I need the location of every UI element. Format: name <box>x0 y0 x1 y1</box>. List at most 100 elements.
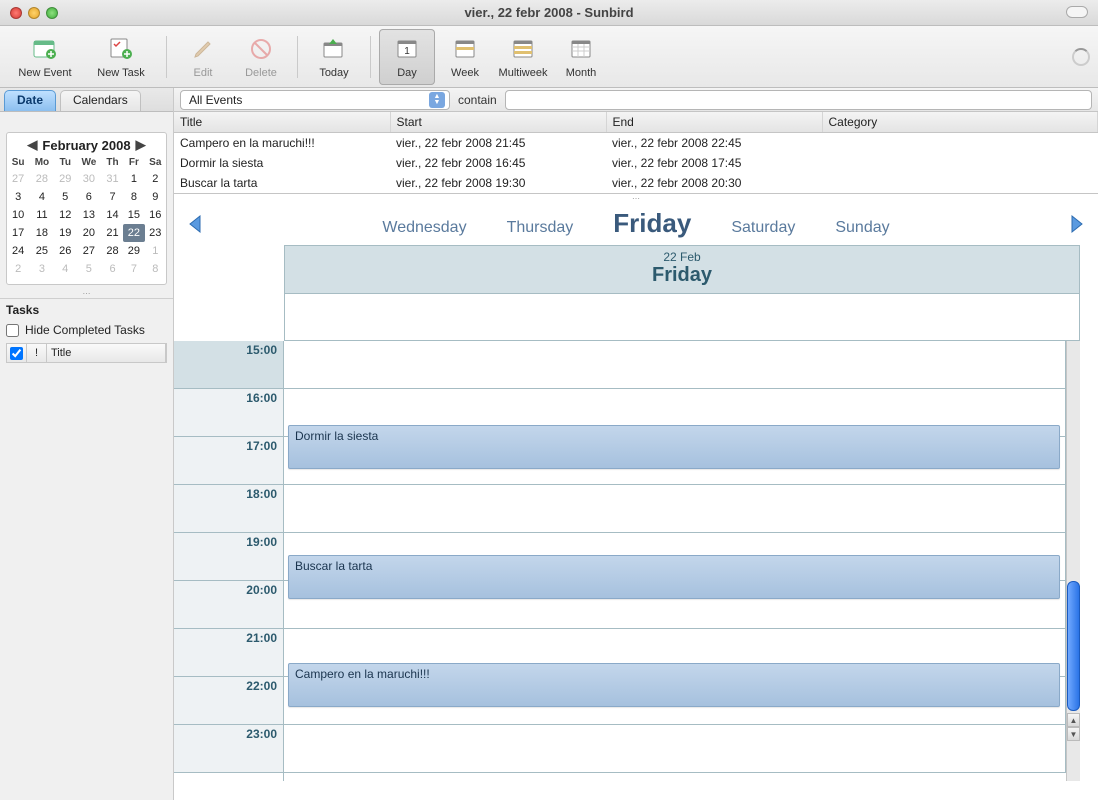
minical-day[interactable]: 28 <box>29 170 54 188</box>
minical-day[interactable]: 1 <box>145 242 166 260</box>
minical-day[interactable]: 4 <box>29 188 54 206</box>
minical-day[interactable]: 25 <box>29 242 54 260</box>
minical-day[interactable]: 17 <box>7 224 29 242</box>
vertical-splitter-grip-icon[interactable]: ⋯ <box>174 194 1098 202</box>
minical-day[interactable]: 16 <box>145 206 166 224</box>
hide-completed-input[interactable] <box>6 324 19 337</box>
daynav-label[interactable]: Friday <box>613 208 691 239</box>
daynav-label[interactable]: Saturday <box>731 219 795 237</box>
scroll-up-icon[interactable]: ▲ <box>1067 713 1080 727</box>
daynav-label[interactable]: Wednesday <box>382 219 466 237</box>
allday-row[interactable] <box>284 293 1080 341</box>
minical-day[interactable]: 10 <box>7 206 29 224</box>
hide-completed-checkbox[interactable]: Hide Completed Tasks <box>6 321 167 339</box>
new-event-button[interactable]: New Event <box>8 29 82 85</box>
col-title[interactable]: Title <box>174 112 390 133</box>
day-icon: 1 <box>393 35 421 63</box>
minical-day[interactable]: 7 <box>123 260 144 278</box>
calendar-event[interactable]: Dormir la siesta <box>288 425 1060 469</box>
tab-calendars[interactable]: Calendars <box>60 90 141 111</box>
minical-day[interactable]: 4 <box>55 260 76 278</box>
minical-day[interactable]: 6 <box>102 260 123 278</box>
mini-calendar: ◀ February 2008 ▶ SuMoTuWeThFrSa27282930… <box>6 132 167 285</box>
minical-day[interactable]: 27 <box>7 170 29 188</box>
daynav-label[interactable]: Sunday <box>835 219 889 237</box>
minical-day[interactable]: 3 <box>7 188 29 206</box>
col-category[interactable]: Category <box>822 112 1098 133</box>
day-events-column[interactable]: Dormir la siesta Buscar la tarta Campero e… <box>284 341 1066 781</box>
today-button[interactable]: Today <box>306 29 362 85</box>
minical-dow: We <box>76 155 102 170</box>
vertical-scrollbar[interactable]: ▲ ▼ <box>1066 341 1080 781</box>
table-row[interactable]: Dormir la siestavier., 22 febr 2008 16:4… <box>174 153 1098 173</box>
minical-day[interactable]: 30 <box>76 170 102 188</box>
minical-day[interactable]: 27 <box>76 242 102 260</box>
table-row[interactable]: Buscar la tartavier., 22 febr 2008 19:30… <box>174 173 1098 194</box>
scroll-down-icon[interactable]: ▼ <box>1067 727 1080 741</box>
tasks-col-priority[interactable]: ! <box>27 344 47 362</box>
splitter-grip-icon[interactable]: ⋯ <box>0 289 173 298</box>
minical-day[interactable]: 6 <box>76 188 102 206</box>
day-view-button[interactable]: 1 Day <box>379 29 435 85</box>
minical-day[interactable]: 7 <box>102 188 123 206</box>
next-month-icon[interactable]: ▶ <box>135 137 147 153</box>
calendar-event[interactable]: Campero en la maruchi!!! <box>288 663 1060 707</box>
titlebar-pill-icon[interactable] <box>1066 6 1088 18</box>
minical-dow: Fr <box>123 155 144 170</box>
multiweek-view-button[interactable]: Multiweek <box>495 29 551 85</box>
minical-day[interactable]: 1 <box>123 170 144 188</box>
col-end[interactable]: End <box>606 112 822 133</box>
minical-day[interactable]: 8 <box>123 188 144 206</box>
new-task-button[interactable]: New Task <box>84 29 158 85</box>
minical-day[interactable]: 28 <box>102 242 123 260</box>
minical-day[interactable]: 21 <box>102 224 123 242</box>
scroll-thumb[interactable] <box>1067 581 1080 711</box>
minical-day[interactable]: 24 <box>7 242 29 260</box>
minical-day[interactable]: 29 <box>55 170 76 188</box>
minical-day[interactable]: 2 <box>145 170 166 188</box>
minical-day[interactable]: 19 <box>55 224 76 242</box>
prev-month-icon[interactable]: ◀ <box>26 137 38 153</box>
minical-day[interactable]: 15 <box>123 206 144 224</box>
minical-day[interactable]: 13 <box>76 206 102 224</box>
minical-day[interactable]: 18 <box>29 224 54 242</box>
minical-day[interactable]: 5 <box>76 260 102 278</box>
time-slot[interactable] <box>284 725 1066 773</box>
minical-day[interactable]: 26 <box>55 242 76 260</box>
minical-day[interactable]: 3 <box>29 260 54 278</box>
prev-page-icon[interactable] <box>184 212 208 236</box>
minical-day[interactable]: 14 <box>102 206 123 224</box>
table-row[interactable]: Campero en la maruchi!!!vier., 22 febr 2… <box>174 133 1098 154</box>
time-slot[interactable] <box>284 341 1066 389</box>
sidebar: Date Calendars ◀ February 2008 ▶ SuMoTuW… <box>0 88 174 800</box>
minical-day[interactable]: 5 <box>55 188 76 206</box>
minical-day[interactable]: 12 <box>55 206 76 224</box>
week-view-button[interactable]: Week <box>437 29 493 85</box>
close-icon[interactable] <box>10 7 22 19</box>
time-label: 23:00 <box>174 725 283 773</box>
tasks-col-done-checkbox[interactable] <box>10 347 23 360</box>
minical-day[interactable]: 20 <box>76 224 102 242</box>
col-start[interactable]: Start <box>390 112 606 133</box>
calendar-event[interactable]: Buscar la tarta <box>288 555 1060 599</box>
daynav-label[interactable]: Thursday <box>507 219 574 237</box>
minical-day[interactable]: 29 <box>123 242 144 260</box>
events-filter-select[interactable]: All Events ▲▼ <box>180 90 450 110</box>
time-slot[interactable] <box>284 485 1066 533</box>
tasks-col-done[interactable] <box>7 344 27 362</box>
minimize-icon[interactable] <box>28 7 40 19</box>
tab-date[interactable]: Date <box>4 90 56 111</box>
month-view-button[interactable]: Month <box>553 29 609 85</box>
minical-day[interactable]: 22 <box>123 224 144 242</box>
minical-day[interactable]: 11 <box>29 206 54 224</box>
tasks-col-title[interactable]: Title <box>47 344 166 362</box>
minical-day[interactable]: 2 <box>7 260 29 278</box>
next-page-icon[interactable] <box>1064 212 1088 236</box>
filter-text-input[interactable] <box>505 90 1092 110</box>
minical-day[interactable]: 23 <box>145 224 166 242</box>
zoom-icon[interactable] <box>46 7 58 19</box>
minical-day[interactable]: 8 <box>145 260 166 278</box>
minical-month-label: February 2008 <box>42 138 130 153</box>
minical-day[interactable]: 31 <box>102 170 123 188</box>
minical-day[interactable]: 9 <box>145 188 166 206</box>
